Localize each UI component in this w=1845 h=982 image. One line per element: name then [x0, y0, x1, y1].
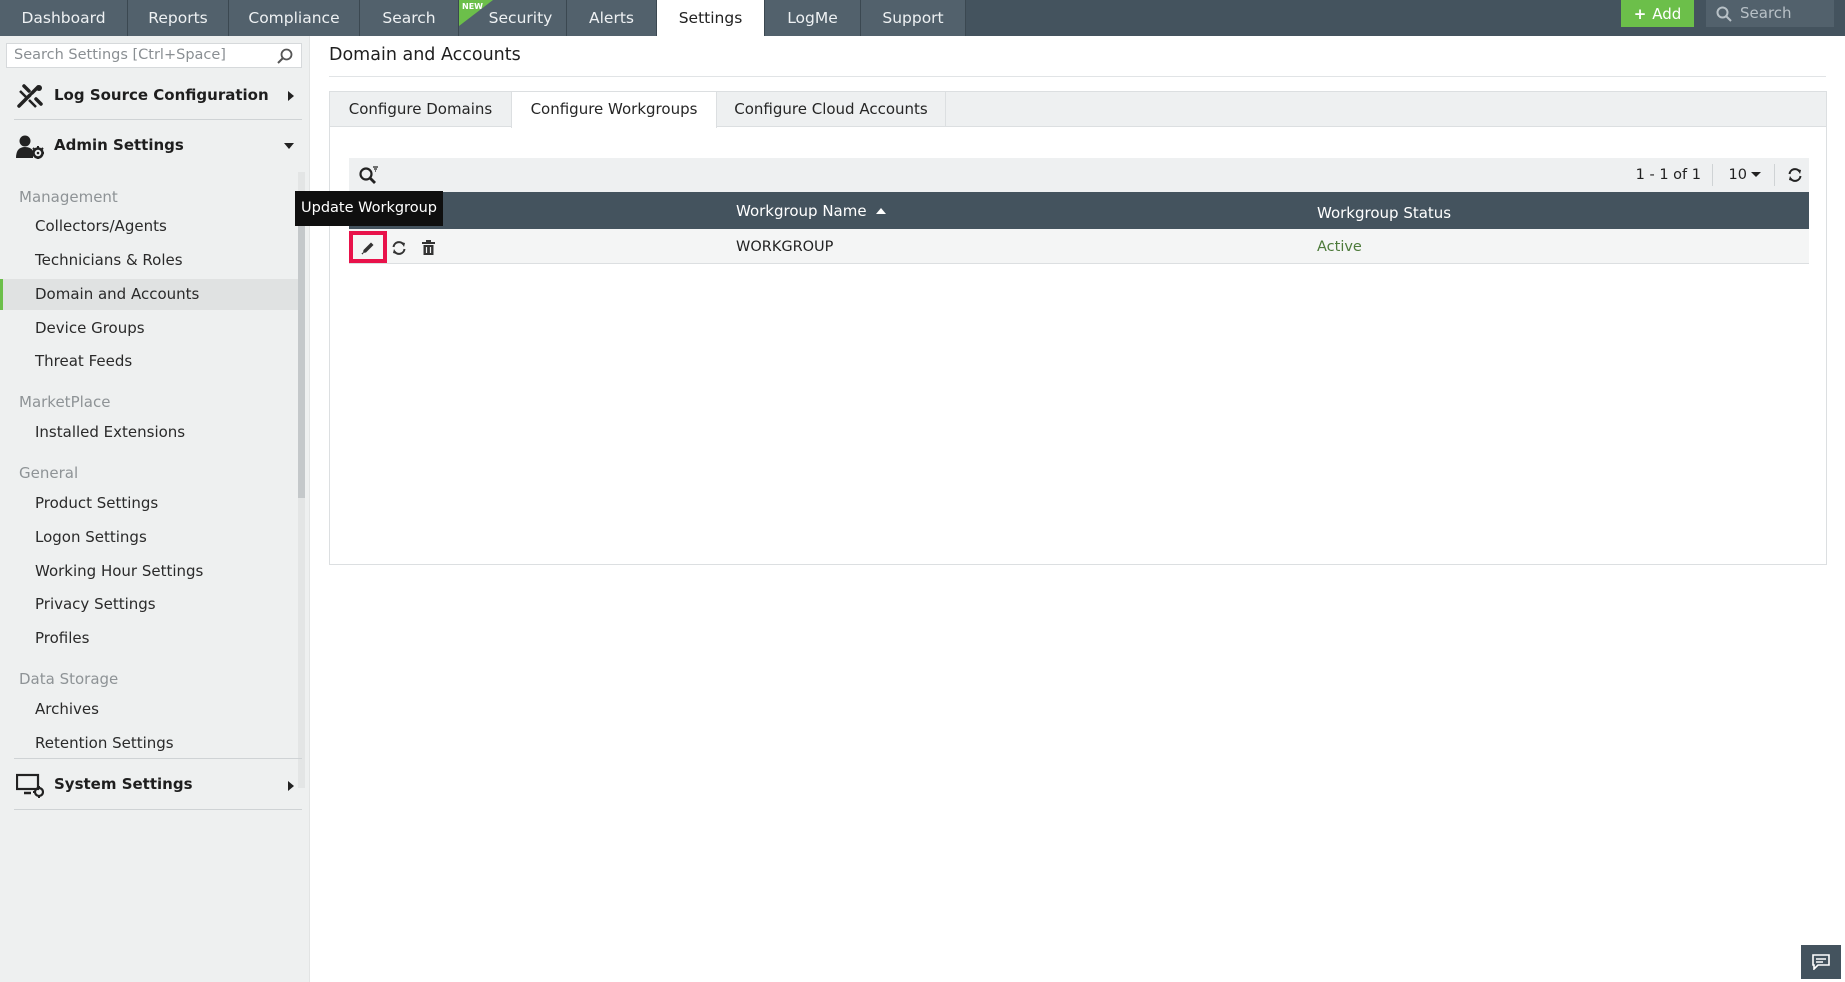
chat-button[interactable]: [1801, 945, 1841, 979]
tab-logme[interactable]: LogMe: [765, 0, 861, 36]
sidebar-item-installed-extensions[interactable]: Installed Extensions: [0, 417, 298, 448]
sidebar-item-retention-settings[interactable]: Retention Settings: [0, 728, 298, 752]
add-button[interactable]: + Add: [1621, 0, 1694, 27]
sidebar-item-privacy-settings[interactable]: Privacy Settings: [0, 589, 298, 620]
page-size-select[interactable]: 10: [1729, 167, 1761, 183]
tools-icon: [17, 84, 43, 108]
tab-compliance[interactable]: Compliance: [229, 0, 360, 36]
edit-workgroup-button[interactable]: [349, 231, 387, 263]
table-header: Workgroup Name Workgroup Status: [349, 192, 1809, 229]
global-search-placeholder: Search: [1740, 4, 1792, 22]
sidebar-item-technicians-roles[interactable]: Technicians & Roles: [0, 245, 298, 276]
sidebar-item-archives[interactable]: Archives: [0, 694, 298, 725]
tab-reports[interactable]: Reports: [128, 0, 229, 36]
chevron-right-icon: [288, 91, 294, 101]
chevron-right-icon: [288, 781, 294, 791]
column-header-workgroup-status[interactable]: Workgroup Status: [1317, 204, 1451, 222]
chevron-down-icon: [284, 143, 294, 149]
tab-settings[interactable]: Settings: [657, 0, 765, 36]
sidebar-item-domain-and-accounts[interactable]: Domain and Accounts: [0, 279, 298, 310]
settings-search-input[interactable]: Search Settings [Ctrl+Space]: [6, 43, 302, 68]
tab-dashboard[interactable]: Dashboard: [0, 0, 128, 36]
update-workgroup-tooltip: Update Workgroup: [295, 191, 443, 226]
section-system-settings-label: System Settings: [54, 775, 193, 793]
admin-gear-icon: [16, 135, 44, 159]
top-navigation: Dashboard Reports Compliance Search NEW …: [0, 0, 1845, 36]
column-header-workgroup-name[interactable]: Workgroup Name: [736, 202, 886, 220]
system-settings-icon: [16, 773, 44, 798]
tab-configure-workgroups[interactable]: Configure Workgroups: [511, 92, 717, 128]
settings-sidebar: Search Settings [Ctrl+Space] Log Source …: [0, 36, 310, 982]
tab-security[interactable]: NEW Security: [459, 0, 567, 36]
workgroup-status-cell: Active: [1317, 239, 1362, 255]
tab-configure-cloud-accounts[interactable]: Configure Cloud Accounts: [717, 92, 946, 127]
new-badge-text: NEW: [462, 2, 483, 11]
edit-icon: [361, 242, 374, 255]
sidebar-item-profiles[interactable]: Profiles: [0, 623, 298, 654]
section-admin-settings-label: Admin Settings: [54, 136, 184, 154]
workgroups-panel: Configure Domains Configure Workgroups C…: [329, 91, 1827, 565]
group-general: General: [19, 464, 79, 482]
divider: [1712, 164, 1713, 186]
section-system-settings[interactable]: System Settings: [14, 758, 302, 810]
tab-security-label: Security: [488, 9, 553, 27]
tab-support[interactable]: Support: [861, 0, 966, 36]
filter-search-icon[interactable]: [359, 166, 379, 185]
divider: [329, 76, 1826, 77]
section-admin-settings[interactable]: Admin Settings: [14, 122, 302, 170]
sort-ascending-icon: [875, 208, 886, 214]
refresh-icon[interactable]: [1787, 167, 1803, 183]
delete-icon[interactable]: [422, 240, 435, 255]
sidebar-item-device-groups[interactable]: Device Groups: [0, 313, 298, 344]
tab-configure-domains[interactable]: Configure Domains: [330, 92, 512, 127]
sidebar-item-threat-feeds[interactable]: Threat Feeds: [0, 346, 298, 377]
sidebar-item-collectors-agents[interactable]: Collectors/Agents: [0, 211, 298, 242]
chevron-down-icon: [1751, 172, 1761, 177]
sidebar-scrollbar[interactable]: [298, 172, 305, 788]
divider: [1774, 164, 1775, 186]
page-title: Domain and Accounts: [329, 45, 521, 65]
sidebar-item-product-settings[interactable]: Product Settings: [0, 488, 298, 519]
group-data-storage: Data Storage: [19, 670, 119, 688]
search-icon: [277, 48, 293, 64]
group-marketplace: MarketPlace: [19, 393, 111, 411]
settings-search-placeholder: Search Settings [Ctrl+Space]: [14, 47, 226, 63]
global-search-input[interactable]: Search: [1706, 0, 1834, 27]
tab-search[interactable]: Search: [360, 0, 459, 36]
section-log-source-configuration[interactable]: Log Source Configuration: [14, 72, 302, 120]
section-log-source-label: Log Source Configuration: [54, 86, 269, 104]
sidebar-item-logon-settings[interactable]: Logon Settings: [0, 522, 298, 553]
scrollbar-thumb[interactable]: [298, 208, 305, 498]
add-button-label: Add: [1652, 5, 1682, 23]
workgroup-name-cell: WORKGROUP: [736, 239, 834, 255]
pagination-range: 1 - 1 of 1: [1635, 167, 1701, 183]
table-row: WORKGROUP Active: [349, 229, 1809, 264]
page-size-value: 10: [1728, 167, 1747, 183]
plus-icon: +: [1633, 5, 1647, 23]
subtab-bar: Configure Domains Configure Workgroups C…: [330, 92, 1826, 128]
group-management: Management: [19, 188, 118, 206]
tab-alerts[interactable]: Alerts: [567, 0, 657, 36]
chat-icon: [1812, 954, 1830, 970]
table-toolbar: 1 - 1 of 1 10: [349, 158, 1809, 192]
sidebar-item-working-hour-settings[interactable]: Working Hour Settings: [0, 556, 298, 587]
column-header-label: Workgroup Name: [736, 202, 867, 220]
search-icon: [1716, 6, 1732, 22]
sync-icon[interactable]: [391, 240, 407, 256]
